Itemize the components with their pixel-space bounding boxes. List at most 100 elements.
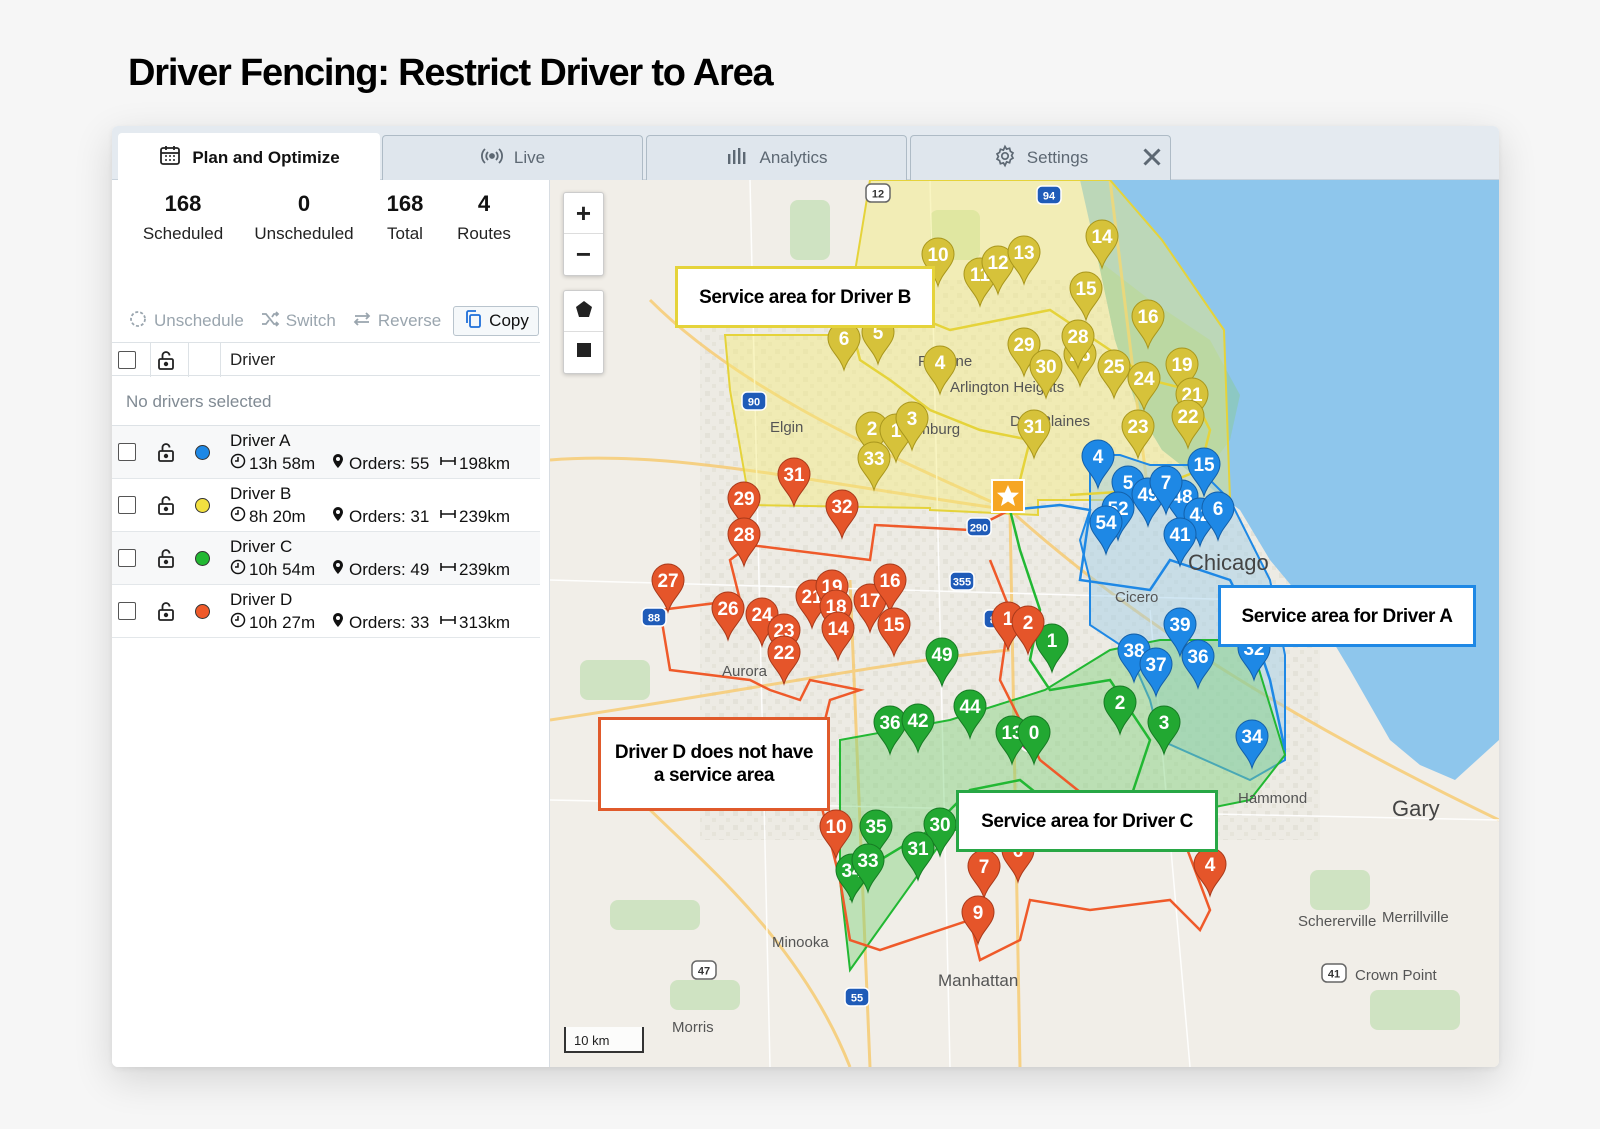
highway-shield-label: 47	[698, 966, 710, 978]
driver-row[interactable]: Driver C 10h 54m Orders: 49 239km	[112, 532, 540, 585]
sidebar: 168 Scheduled 0 Unscheduled 168 Total 4 …	[112, 180, 550, 1067]
lock-icon[interactable]	[156, 441, 176, 468]
order-pin-number: 30	[1035, 357, 1056, 378]
driver-orders: Orders: 31	[349, 506, 430, 526]
driver-time: 13h 58m	[249, 453, 316, 473]
stat-value: 4	[477, 191, 491, 216]
order-pin-number: 33	[857, 851, 878, 872]
place-label-chicago: Chicago	[1188, 550, 1269, 575]
order-pin-number: 7	[979, 857, 990, 878]
order-pin-number: 2	[867, 419, 878, 440]
bar-chart-icon	[725, 144, 749, 173]
zoom-out-button[interactable]: −	[564, 234, 603, 275]
driver-checkbox[interactable]	[118, 602, 136, 620]
reverse-button[interactable]: Reverse	[344, 306, 449, 336]
callout-driver-d: Driver D does not have a service area	[598, 717, 830, 811]
tab-plan-and-optimize[interactable]: Plan and Optimize	[118, 133, 380, 181]
stat-routes: 4 Routes	[456, 190, 512, 256]
zoom-control: + −	[563, 192, 604, 276]
order-pin-number: 4	[935, 353, 946, 374]
order-pin-number: 33	[863, 449, 884, 470]
driver-distance: 313km	[459, 612, 511, 632]
lock-icon[interactable]	[156, 349, 176, 376]
depot-star-icon[interactable]	[991, 479, 1025, 513]
distance-icon	[440, 453, 459, 474]
calendar-icon	[158, 143, 182, 172]
driver-column-header[interactable]: Driver	[230, 350, 275, 370]
select-all-checkbox[interactable]	[118, 351, 136, 369]
order-pin-number: 12	[987, 253, 1008, 274]
tab-live[interactable]: Live	[382, 135, 643, 180]
switch-button[interactable]: Switch	[252, 306, 344, 336]
copy-button[interactable]: Copy	[453, 306, 539, 336]
order-pin-number: 15	[1193, 455, 1215, 476]
highway-shield: 90	[741, 391, 767, 411]
order-pin-number: 16	[879, 571, 900, 592]
place-label-gary: Gary	[1392, 796, 1440, 821]
polygon-icon	[575, 300, 593, 323]
driver-checkbox[interactable]	[118, 443, 136, 461]
switch-label: Switch	[285, 311, 336, 330]
driver-row[interactable]: Driver D 10h 27m Orders: 33 313km	[112, 585, 540, 638]
highway-shield-label: 94	[1043, 191, 1056, 203]
highway-shield: 12	[865, 183, 891, 203]
order-pin-number: 15	[1075, 279, 1097, 300]
callout-text: Driver D does not have a service area	[614, 742, 814, 786]
order-pin-number: 2	[1023, 613, 1034, 634]
order-pin-number: 3	[1159, 713, 1170, 734]
distance-icon	[440, 559, 459, 580]
driver-checkbox[interactable]	[118, 496, 136, 514]
draw-rectangle-button[interactable]	[564, 332, 603, 373]
highway-shield-label: 55	[851, 993, 863, 1005]
order-pin-number: 36	[879, 713, 900, 734]
order-pin-number: 17	[859, 591, 880, 612]
distance-icon	[440, 612, 459, 633]
driver-color-dot	[195, 498, 210, 513]
tab-settings[interactable]: Settings	[910, 135, 1171, 180]
driver-distance: 239km	[459, 559, 511, 579]
highway-shield-label: 290	[970, 523, 988, 535]
unschedule-button[interactable]: Unschedule	[120, 306, 252, 336]
tab-analytics[interactable]: Analytics	[646, 135, 907, 180]
driver-name: Driver A	[230, 431, 291, 450]
zoom-in-button[interactable]: +	[564, 193, 603, 234]
clock-icon	[230, 453, 249, 474]
location-pin-icon	[330, 453, 349, 474]
order-pin-number: 22	[1177, 407, 1198, 428]
highway-shield-label: 355	[953, 577, 971, 589]
driver-row[interactable]: Driver A 13h 58m Orders: 55 198km	[112, 426, 540, 479]
stat-label: Unscheduled	[254, 224, 354, 243]
place-label-elgin: Elgin	[770, 419, 803, 436]
column-divider	[220, 343, 221, 377]
order-pin-number: 2	[1115, 693, 1126, 714]
order-pin-number: 41	[1169, 525, 1191, 546]
swap-icon	[352, 309, 372, 334]
order-pin-number: 27	[657, 571, 678, 592]
order-pin-number: 6	[1213, 499, 1224, 520]
order-pin-number: 13	[1013, 243, 1034, 264]
driver-row[interactable]: Driver B 8h 20m Orders: 31 239km	[112, 479, 540, 532]
driver-meta: 8h 20m Orders: 31 239km	[230, 506, 510, 527]
order-pin-number: 37	[1145, 655, 1166, 676]
driver-meta: 10h 54m Orders: 49 239km	[230, 559, 510, 580]
close-icon[interactable]	[1142, 147, 1162, 167]
lock-icon[interactable]	[156, 600, 176, 627]
place-label-cicero: Cicero	[1115, 589, 1158, 606]
order-pin-number: 6	[839, 329, 850, 350]
reverse-label: Reverse	[377, 311, 442, 330]
driver-checkbox[interactable]	[118, 549, 136, 567]
highway-shield-label: 90	[748, 397, 760, 409]
draw-polygon-button[interactable]	[564, 291, 603, 332]
order-pin-number: 1	[1047, 631, 1058, 652]
lock-icon[interactable]	[156, 494, 176, 521]
lock-icon[interactable]	[156, 547, 176, 574]
distance-icon	[440, 506, 459, 527]
driver-table: Driver No drivers selected Driver A 13h …	[112, 342, 540, 638]
driver-color-dot	[195, 445, 210, 460]
order-pin-number: 25	[1103, 357, 1125, 378]
driver-orders-group: Orders: 55	[330, 453, 429, 474]
order-pin-number: 28	[1067, 327, 1088, 348]
place-label-minooka: Minooka	[772, 934, 829, 951]
unschedule-label: Unschedule	[154, 311, 244, 330]
stat-scheduled: 168 Scheduled	[112, 190, 254, 256]
